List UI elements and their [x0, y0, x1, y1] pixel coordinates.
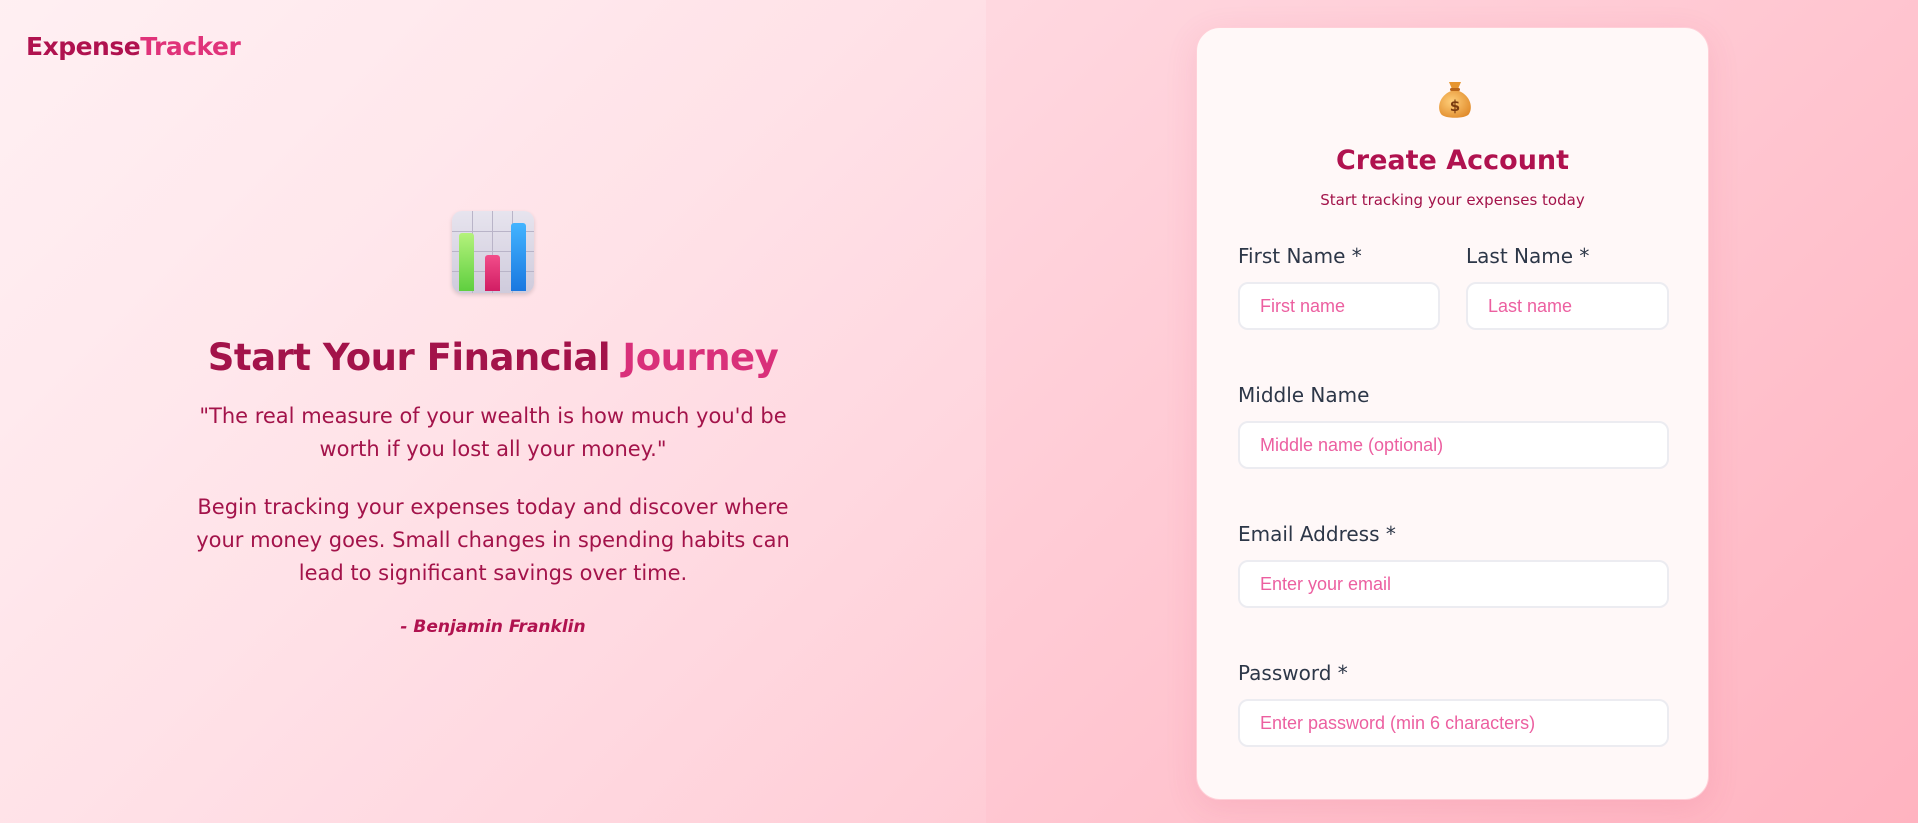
app-logo[interactable]: ExpenseTracker — [26, 32, 241, 61]
quote-author: - Benjamin Franklin — [400, 617, 586, 637]
svg-text:$: $ — [1450, 97, 1460, 115]
form-title: Create Account — [1335, 145, 1570, 176]
last-name-input[interactable] — [1466, 282, 1669, 330]
hero-title-accent: Journey — [622, 336, 779, 379]
form-subtitle: Start tracking your expenses today — [1320, 191, 1585, 209]
hero-description: Begin tracking your expenses today and d… — [196, 495, 790, 585]
password-input[interactable] — [1238, 699, 1669, 747]
bar-chart-icon — [452, 211, 534, 293]
signup-card: $ Create Account Start tracking your exp… — [1196, 27, 1709, 800]
first-name-label: First Name * — [1238, 244, 1362, 268]
middle-name-label: Middle Name — [1238, 383, 1370, 407]
hero-title-main: Start Your Financial — [207, 336, 611, 379]
password-label: Password * — [1238, 661, 1348, 685]
logo-text-tracker: Tracker — [140, 32, 241, 61]
first-name-input[interactable] — [1238, 282, 1440, 330]
hero-title: Start Your Financial Journey — [150, 336, 836, 379]
logo-text-expense: Expense — [26, 32, 141, 61]
hero-quote: "The real measure of your wealth is how … — [199, 404, 787, 461]
money-bag-icon: $ — [1439, 82, 1471, 118]
middle-name-input[interactable] — [1238, 421, 1669, 469]
email-input[interactable] — [1238, 560, 1669, 608]
email-label: Email Address * — [1238, 522, 1396, 546]
last-name-label: Last Name * — [1466, 244, 1590, 268]
